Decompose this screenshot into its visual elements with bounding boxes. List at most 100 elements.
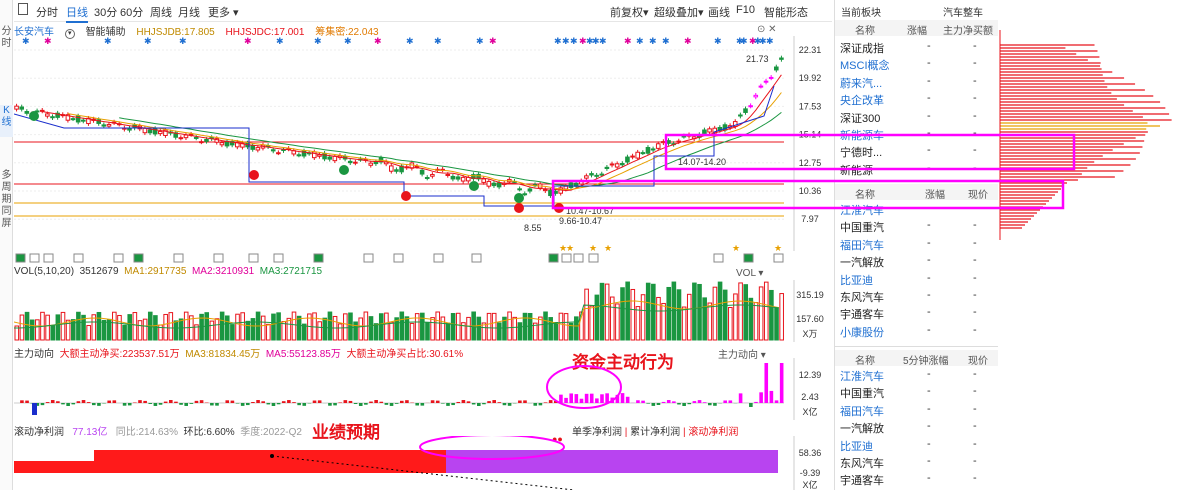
- row-name: 新能源车: [840, 130, 884, 142]
- sell-signal-icon: [469, 181, 479, 191]
- volume-bar: [676, 289, 682, 341]
- candle-body: [19, 106, 24, 110]
- volume-bar: [358, 317, 364, 341]
- volume-bar: [527, 312, 533, 341]
- volume-bar: [168, 312, 174, 341]
- sector-row[interactable]: MSCI概念 - -: [835, 55, 998, 72]
- flow-bar: [25, 400, 29, 403]
- row-name: 蔚来汽...: [840, 77, 883, 90]
- sector-row[interactable]: 江淮汽车 - -: [835, 366, 998, 383]
- period-60min[interactable]: 60分: [120, 4, 143, 20]
- smart-pattern-button[interactable]: 智能形态: [764, 4, 808, 20]
- candle-body: [327, 156, 332, 160]
- f10-button[interactable]: F10: [736, 4, 755, 16]
- flow-bar: [328, 403, 332, 406]
- volume-bar: [589, 305, 595, 341]
- period-daily[interactable]: 日线: [66, 4, 88, 23]
- sector-row[interactable]: 江淮汽车 - -: [835, 200, 998, 217]
- sector-row[interactable]: 中国重汽 - -: [835, 217, 998, 234]
- overlay-dropdown[interactable]: 超级叠加▾: [654, 4, 704, 20]
- sector-row[interactable]: 福田汽车 - -: [835, 235, 998, 252]
- sector-row[interactable]: 宇通客车 - -: [835, 470, 998, 487]
- volume-bar: [399, 311, 405, 341]
- profit-tick: 58.36: [799, 448, 822, 458]
- sector-row[interactable]: 蔚来汽... - -: [835, 73, 998, 90]
- row-value: -: [973, 161, 977, 174]
- buy-signal-icon: [249, 170, 259, 180]
- sector-row[interactable]: 深证300 - -: [835, 108, 998, 125]
- volume-bar: [286, 317, 292, 341]
- row-value: -: [973, 92, 977, 105]
- layout-icon[interactable]: [18, 3, 28, 15]
- signal-star-icon: ✱: [314, 36, 322, 46]
- sector-row[interactable]: 比亚迪 - -: [835, 270, 998, 287]
- chip-distribution: [999, 30, 1172, 240]
- flow-bar: [497, 402, 502, 403]
- volume-bar: [748, 297, 754, 341]
- period-intraday[interactable]: 分时: [36, 4, 58, 20]
- candle-body: [758, 85, 764, 88]
- volume-menu[interactable]: VOL ▾: [736, 268, 763, 279]
- sector-row[interactable]: 中国重汽 - -: [835, 383, 998, 400]
- tab-multi-period[interactable]: 多周期同屏: [0, 170, 13, 240]
- volume-bar: [276, 312, 281, 341]
- row-name: 东风汽车: [840, 292, 884, 304]
- volume-bar: [127, 314, 133, 341]
- panel1-subtitle[interactable]: 汽车整车: [943, 4, 983, 19]
- volume-bar: [384, 312, 389, 341]
- period-monthly[interactable]: 月线: [178, 4, 200, 20]
- candle-body: [250, 144, 255, 150]
- candle-body: [517, 188, 522, 191]
- event-marker-icon: [471, 253, 482, 263]
- row-change: -: [927, 306, 931, 319]
- flow-bar: [112, 400, 117, 403]
- tab-intraday[interactable]: 分时: [0, 26, 13, 56]
- candle-body: [255, 147, 261, 151]
- flow-bar: [600, 394, 604, 403]
- candle-body: [568, 182, 574, 188]
- volume-bar: [60, 311, 66, 341]
- main-flow-chart[interactable]: 12.39 2.43 X亿: [14, 358, 834, 420]
- profit-chart[interactable]: 58.36-9.39X亿●●: [14, 436, 834, 490]
- row-name: 宇通客车: [840, 475, 884, 488]
- flow-bar: [554, 400, 558, 403]
- event-marker-icon: [573, 253, 584, 263]
- draw-line-button[interactable]: 画线: [708, 4, 730, 20]
- price-tick: 22.31: [799, 45, 822, 55]
- panel-controls[interactable]: ⊙ ✕: [757, 24, 777, 35]
- period-weekly[interactable]: 周线: [150, 4, 172, 20]
- flow-bar: [333, 403, 337, 406]
- flow-bar: [343, 400, 348, 403]
- left-tab-strip: 分时 K线 多周期同屏: [0, 0, 13, 490]
- volume-bar: [645, 282, 651, 341]
- period-more[interactable]: 更多 ▾: [208, 4, 239, 20]
- row-value: -: [973, 219, 977, 232]
- flow-bar: [559, 394, 563, 403]
- sector-row[interactable]: 宇通客车 - -: [835, 304, 998, 321]
- tab-kline[interactable]: K线: [0, 105, 13, 137]
- annotation-earnings: 业绩预期: [312, 423, 380, 443]
- sector-row[interactable]: 小康股份 - -: [835, 322, 998, 339]
- sector-row[interactable]: 比亚迪 - -: [835, 436, 998, 453]
- volume-bar: [717, 281, 723, 341]
- sector-row[interactable]: 一汽解放 - -: [835, 252, 998, 269]
- sector-row[interactable]: 一汽解放 - -: [835, 418, 998, 435]
- sector-row[interactable]: 新能源 - -: [835, 160, 998, 177]
- sector-row[interactable]: 宁德时... - -: [835, 142, 998, 159]
- volume-bar: [769, 289, 774, 341]
- sector-row[interactable]: 福田汽车 - -: [835, 401, 998, 418]
- flow-bar: [538, 403, 543, 406]
- period-30min[interactable]: 30分: [94, 4, 117, 20]
- row-change: -: [927, 57, 931, 70]
- header-change: 涨幅: [907, 26, 927, 37]
- event-marker-icon: [713, 253, 724, 263]
- sector-row[interactable]: 新能源车 - -: [835, 125, 998, 142]
- sector-row[interactable]: 深证成指 - -: [835, 38, 998, 55]
- adjust-dropdown[interactable]: 前复权▾: [610, 4, 649, 20]
- sector-row[interactable]: 东风汽车 - -: [835, 453, 998, 470]
- candle-body: [563, 185, 569, 190]
- volume-chart[interactable]: 315.19 157.60 X万: [14, 280, 834, 342]
- sector-row[interactable]: 东风汽车 - -: [835, 287, 998, 304]
- kline-chart[interactable]: 22.31 19.92 17.53 15.14 12.75 10.36 7.97 ✱ ✱ ✱ ✱ ✱ ✱…: [14, 36, 834, 261]
- sector-row[interactable]: 央企改革 - -: [835, 90, 998, 107]
